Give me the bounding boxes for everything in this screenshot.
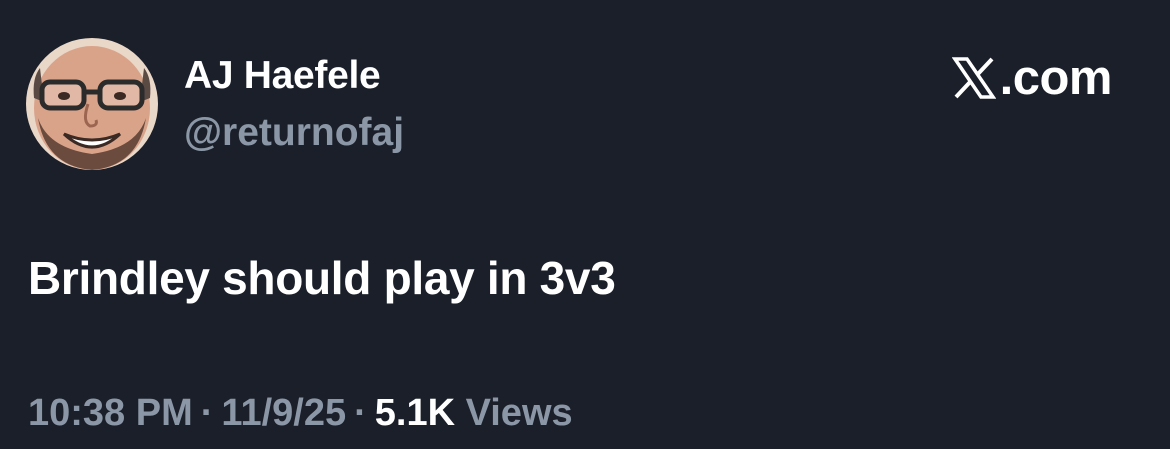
- site-logo[interactable]: .com: [951, 50, 1113, 106]
- views-label: Views: [465, 392, 573, 434]
- post-time[interactable]: 10:38 PM: [28, 392, 193, 434]
- post-card: AJ Haefele @returnofaj .com Brindley sho…: [0, 0, 1170, 449]
- author-handle[interactable]: @returnofaj: [184, 111, 404, 155]
- views-count: 5.1K: [374, 392, 456, 434]
- smiling-man-avatar-icon: [26, 38, 158, 170]
- author-display-name[interactable]: AJ Haefele: [184, 54, 381, 98]
- avatar[interactable]: [26, 38, 158, 170]
- post-date[interactable]: 11/9/25: [221, 392, 346, 434]
- post-meta: 10:38 PM · 11/9/25 · 5.1K Views: [28, 392, 573, 435]
- meta-separator: ·: [354, 392, 367, 434]
- x-logo-icon: [951, 57, 996, 99]
- post-text: Brindley should play in 3v3: [28, 252, 616, 304]
- meta-separator: ·: [200, 392, 214, 434]
- site-label: .com: [999, 51, 1113, 105]
